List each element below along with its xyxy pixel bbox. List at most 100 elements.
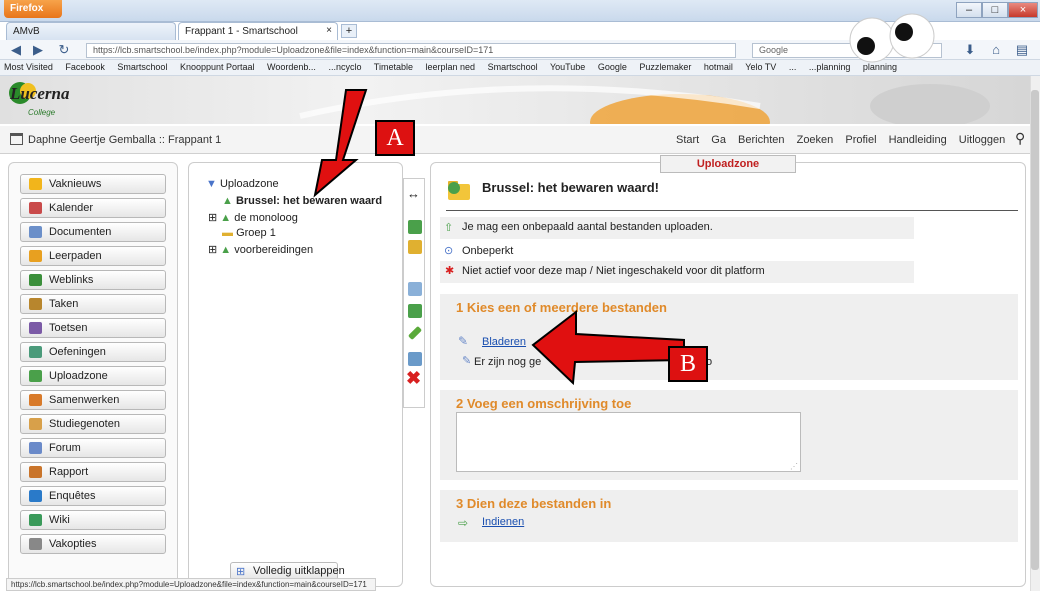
sidebar-item-label: Toetsen [49,322,88,334]
submit-icon: ⇨ [458,516,469,530]
sidebar-item-label: Rapport [49,466,89,478]
close-tab-icon[interactable]: × [326,25,332,36]
new-tab-button[interactable]: + [341,24,357,38]
description-textarea[interactable]: ⋰ [456,412,801,472]
menu-icon[interactable]: ▤ [1014,42,1030,58]
download-icon[interactable]: ⬇ [962,42,978,58]
paperclip-icon: ✎ [458,334,469,348]
annotation-b: B [668,346,708,382]
info-text: Onbeperkt [462,245,514,257]
delete-icon[interactable]: ✖ [406,368,421,389]
tree-item-label: Groep 1 [236,227,276,239]
sidebar-item-icon [29,490,42,502]
bookmark[interactable]: Facebook [65,62,105,72]
sidebar-item-oefeningen[interactable]: Oefeningen [20,342,166,362]
sidebar-item-taken[interactable]: Taken [20,294,166,314]
submit-link[interactable]: Indienen [482,516,524,528]
sidebar-item-studiegenoten[interactable]: Studiegenoten [20,414,166,434]
info-row-status: ✱ Niet actief voor deze map / Niet inges… [440,261,914,283]
sidebar-item-vaknieuws[interactable]: Vaknieuws [20,174,166,194]
home-page-icon[interactable]: ↻ [56,42,72,58]
add-document-icon[interactable] [408,282,422,296]
annotation-a: A [375,120,415,156]
address-bar[interactable]: https://lcb.smartschool.be/index.php?mod… [86,43,736,58]
menu-handleiding[interactable]: Handleiding [889,134,947,146]
upload-root-icon: ▼ [206,178,217,190]
resize-icon[interactable]: ↔ [407,186,420,201]
recycle-icon[interactable] [408,352,422,366]
menu-zoeken[interactable]: Zoeken [797,134,834,146]
tab-uploadzone[interactable]: Uploadzone [660,155,796,173]
bookmark[interactable]: Woordenb... [267,62,316,72]
sidebar-item-toetsen[interactable]: Toetsen [20,318,166,338]
bookmark[interactable]: hotmail [704,62,733,72]
scrollbar-thumb[interactable] [1031,90,1039,570]
tree-item-label: de monoloog [234,212,298,224]
menu-berichten[interactable]: Berichten [738,134,784,146]
bookmark[interactable]: ... [789,62,797,72]
bookmark[interactable]: Puzzlemaker [639,62,691,72]
new-folder-icon[interactable] [408,240,422,254]
expand-icon[interactable]: ⊞ [208,212,217,224]
bookmark[interactable]: Google [598,62,627,72]
sidebar-item-weblinks[interactable]: Weblinks [20,270,166,290]
tab-amvb[interactable]: AMvB [6,22,176,40]
bookmark[interactable]: YouTube [550,62,585,72]
search-icon[interactable]: ⚲ [1015,130,1025,147]
tree-item-groep[interactable]: ▬ Groep 1 [222,227,276,239]
bookmark[interactable]: Knooppunt Portaal [180,62,255,72]
tree-root[interactable]: ▼ Uploadzone [206,178,279,190]
bookmark[interactable]: Timetable [374,62,413,72]
tab-label: Frappant 1 - Smartschool [185,26,298,37]
sidebar-item-label: Oefeningen [49,346,106,358]
browse-link[interactable]: Bladeren [482,336,526,348]
resize-grip-icon[interactable]: ⋰ [790,462,798,471]
menu-uitloggen[interactable]: Uitloggen [959,134,1005,146]
menu-ga[interactable]: Ga [711,134,726,146]
bookmark[interactable]: Most Visited [4,62,53,72]
sidebar-item-icon [29,442,42,454]
new-upload-folder-icon[interactable] [408,220,422,234]
sidebar-item-documenten[interactable]: Documenten [20,222,166,242]
sidebar-item-leerpaden[interactable]: Leerpaden [20,246,166,266]
close-window-button[interactable]: × [1008,2,1038,18]
tree-item-monoloog[interactable]: ⊞ ▲ de monoloog [208,211,298,224]
bookmark[interactable]: leerplan ned [426,62,476,72]
tree-item-brussel[interactable]: ▲ Brussel: het bewaren waard [222,195,382,207]
back-icon[interactable]: ◀ [8,42,24,58]
site-logo[interactable]: Lucerna [10,84,70,104]
menu-start[interactable]: Start [676,134,699,146]
sidebar-item-enqu-tes[interactable]: Enquêtes [20,486,166,506]
page-title: Brussel: het bewaren waard! [482,180,659,195]
sidebar-item-label: Weblinks [49,274,94,286]
sidebar-item-rapport[interactable]: Rapport [20,462,166,482]
sidebar-item-icon [29,514,42,526]
home-icon[interactable]: ⌂ [988,42,1004,58]
move-icon[interactable] [408,304,422,318]
sidebar-item-icon [29,202,42,214]
bookmark[interactable]: Smartschool [117,62,167,72]
upload-folder-icon [448,181,470,200]
sidebar-item-samenwerken[interactable]: Samenwerken [20,390,166,410]
tree-item-voorbereidingen[interactable]: ⊞ ▲ voorbereidingen [208,243,313,256]
sidebar-item-uploadzone[interactable]: Uploadzone [20,366,166,386]
forward-icon[interactable]: ▶ [30,42,46,58]
menu-profiel[interactable]: Profiel [845,134,876,146]
tab-frappant[interactable]: Frappant 1 - Smartschool × [178,22,338,40]
upload-folder-icon: ▲ [222,195,233,207]
bookmark[interactable]: ...ncyclo [328,62,361,72]
sidebar-item-forum[interactable]: Forum [20,438,166,458]
upload-icon: ⇧ [444,222,454,234]
info-text: Je mag een onbepaald aantal bestanden up… [462,221,713,233]
sidebar-item-wiki[interactable]: Wiki [20,510,166,530]
maximize-button[interactable]: □ [982,2,1008,18]
sidebar-item-icon [29,178,42,190]
bookmark[interactable]: Smartschool [488,62,538,72]
sidebar-item-kalender[interactable]: Kalender [20,198,166,218]
sidebar-item-vakopties[interactable]: Vakopties [20,534,166,554]
minimize-button[interactable]: – [956,2,982,18]
firefox-menu-button[interactable]: Firefox [4,0,62,18]
sidebar-item-icon [29,298,42,310]
bookmark[interactable]: Yelo TV [745,62,776,72]
expand-icon[interactable]: ⊞ [208,244,217,256]
